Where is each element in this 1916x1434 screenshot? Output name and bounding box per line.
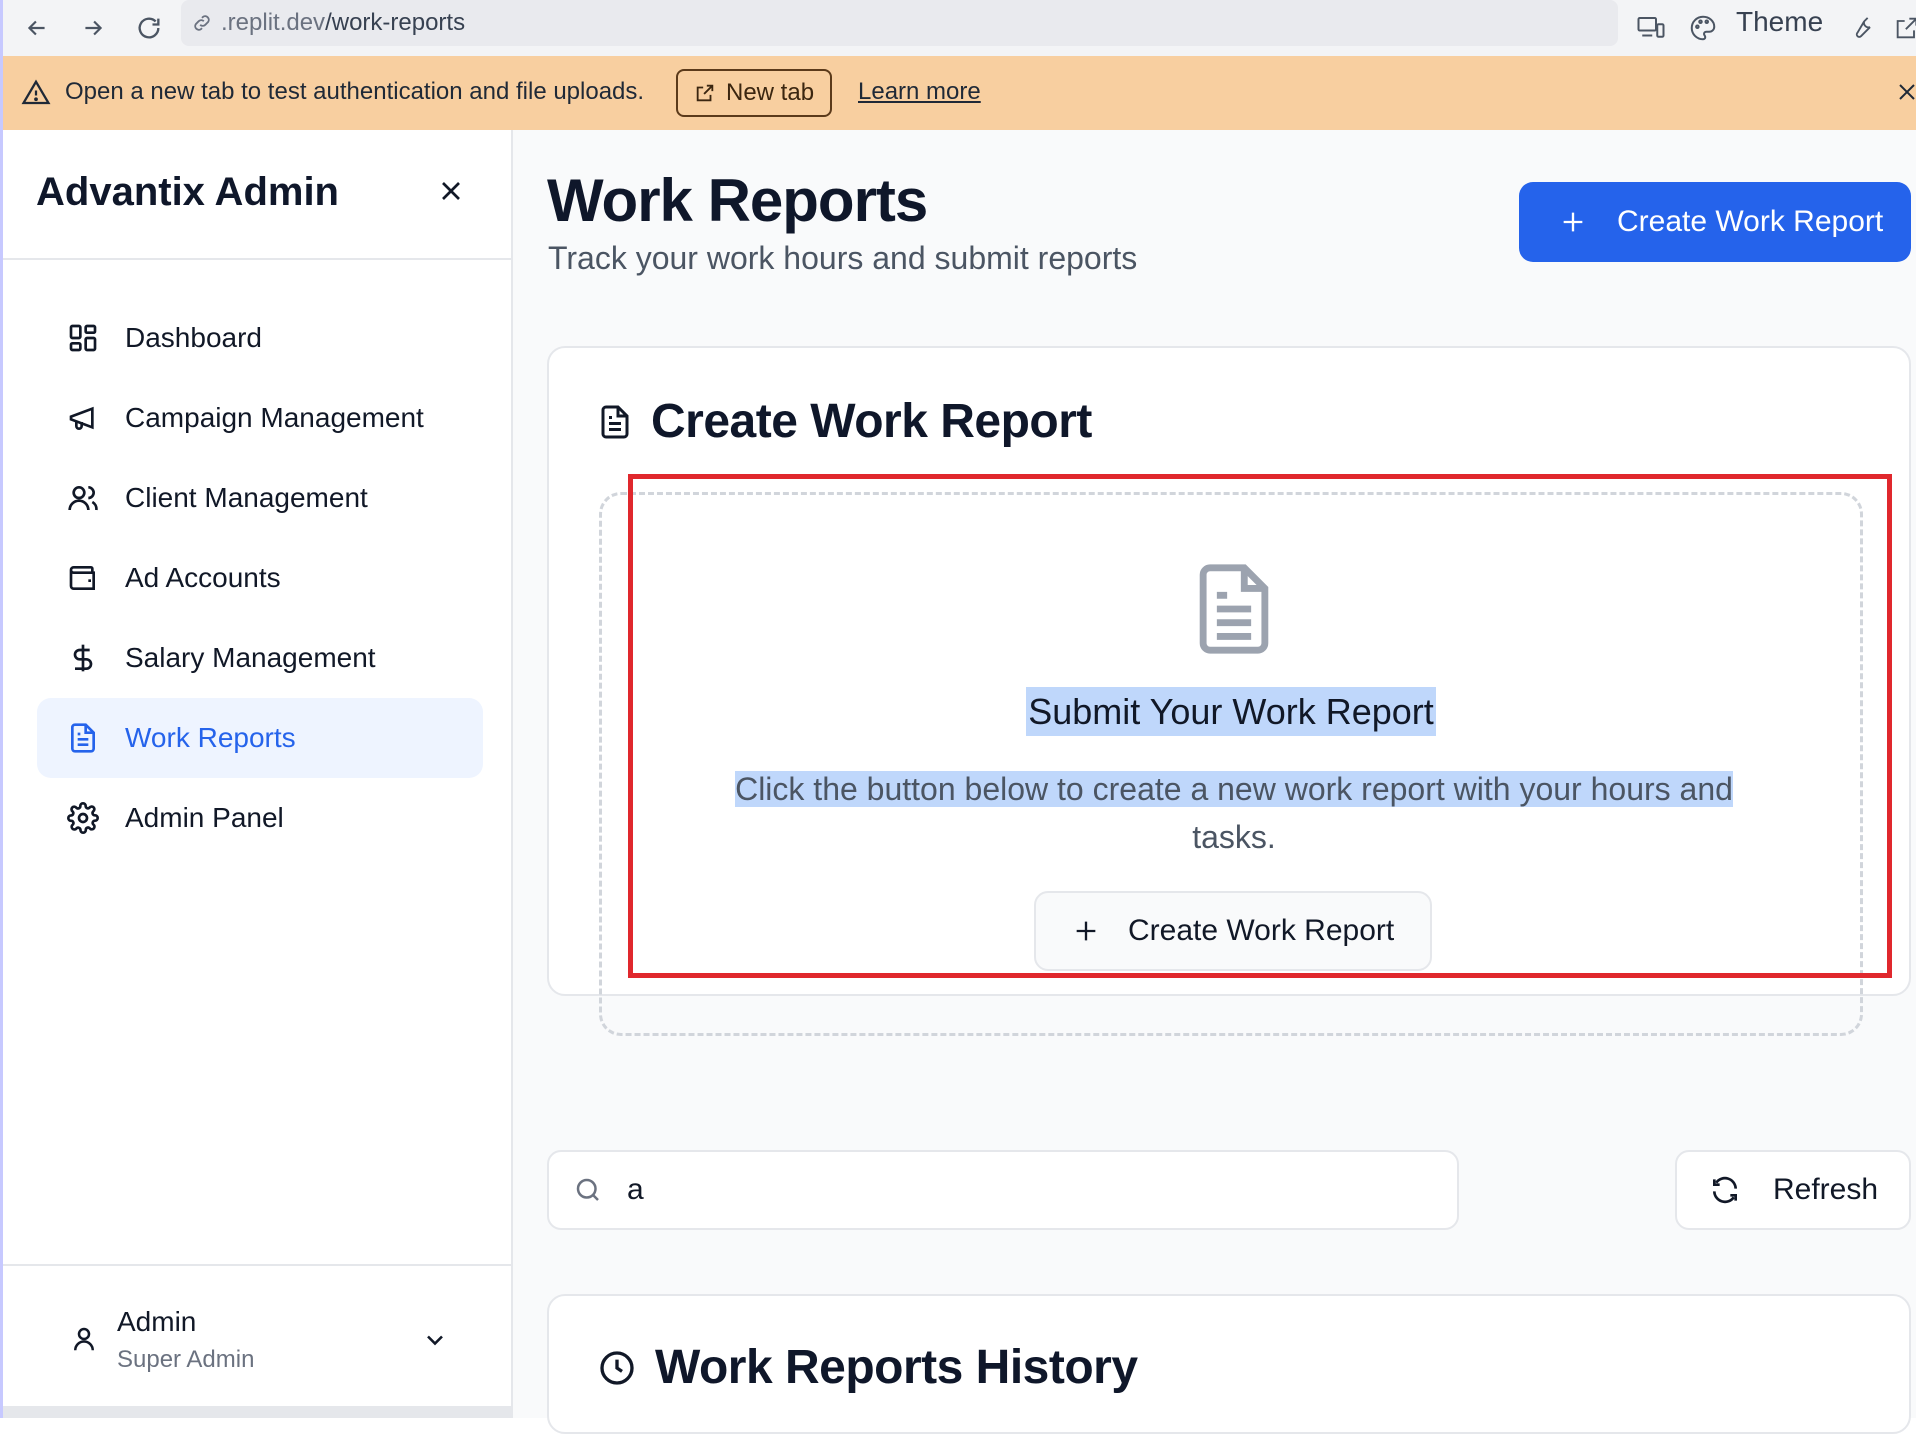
empty-state-title: Submit Your Work Report	[602, 687, 1860, 736]
file-text-icon	[597, 404, 633, 440]
dashboard-icon	[67, 322, 99, 354]
search-input[interactable]	[627, 1173, 1427, 1207]
new-tab-button[interactable]: New tab	[676, 69, 833, 117]
sidebar-item-label: Work Reports	[125, 722, 296, 753]
banner-message: Open a new tab to test authentication an…	[65, 78, 645, 105]
dollar-icon	[67, 642, 99, 674]
forward-arrow-icon[interactable]	[73, 8, 113, 48]
divider	[3, 1264, 514, 1266]
notice-banner: Open a new tab to test authentication an…	[0, 56, 1916, 130]
sidebar-item-label: Admin Panel	[125, 802, 284, 833]
devices-icon[interactable]	[1631, 8, 1671, 48]
user-role: Super Admin	[117, 1346, 255, 1373]
sidebar-item-label: Ad Accounts	[125, 562, 281, 593]
plus-icon	[1559, 208, 1587, 236]
page-subtitle: Track your work hours and submit reports	[548, 240, 1138, 276]
theme-label[interactable]: Theme	[1736, 6, 1823, 38]
document-icon	[1192, 561, 1276, 657]
learn-more-link[interactable]: Learn more	[858, 78, 981, 106]
sidebar-item-salary-management[interactable]: Salary Management	[37, 618, 483, 698]
user-icon	[69, 1324, 99, 1354]
settings-icon	[67, 802, 99, 834]
search-icon	[573, 1175, 603, 1205]
sidebar-item-label: Salary Management	[125, 642, 376, 673]
refresh-label: Refresh	[1773, 1173, 1879, 1206]
browser-toolbar: .replit.dev/work-reports Theme	[0, 0, 1916, 56]
sidebar-item-client-management[interactable]: Client Management	[37, 458, 483, 538]
external-link-icon	[694, 82, 716, 104]
brand-title: Advantix Admin	[36, 170, 339, 214]
sidebar-item-campaign-management[interactable]: Campaign Management	[37, 378, 483, 458]
url-host: .replit.dev	[221, 9, 326, 36]
card-header: Create Work Report	[597, 394, 1092, 449]
sidebar-item-work-reports[interactable]: Work Reports	[37, 698, 483, 778]
sidebar-nav: Dashboard Campaign Management Client Man…	[37, 298, 483, 858]
sidebar-item-label: Client Management	[125, 482, 368, 513]
empty-state-text: Click the button below to create a new w…	[735, 771, 1733, 855]
create-work-report-label: Create Work Report	[1617, 205, 1884, 238]
refresh-button[interactable]: Refresh	[1675, 1150, 1911, 1230]
sidebar-item-dashboard[interactable]: Dashboard	[37, 298, 483, 378]
history-title: Work Reports History	[655, 1341, 1138, 1394]
warning-icon	[21, 78, 51, 108]
sidebar-item-admin-panel[interactable]: Admin Panel	[37, 778, 483, 858]
back-arrow-icon[interactable]	[17, 8, 57, 48]
page-title: Work Reports	[547, 167, 928, 234]
new-tab-label: New tab	[726, 79, 815, 106]
sidebar-bottom-bar	[3, 1406, 514, 1418]
main-content: Work Reports Track your work hours and s…	[513, 130, 1916, 1434]
file-text-icon	[67, 722, 99, 754]
sidebar: Advantix Admin Dashboard Campaign Manage…	[0, 130, 514, 1418]
search-field[interactable]	[547, 1150, 1459, 1230]
empty-state-panel: Submit Your Work Report Click the button…	[599, 492, 1863, 1036]
wrench-icon[interactable]	[1841, 8, 1881, 48]
create-work-report-card: Create Work Report Submit Your Work Repo…	[547, 346, 1911, 1036]
sidebar-item-label: Campaign Management	[125, 402, 424, 433]
card-title: Create Work Report	[651, 395, 1092, 448]
address-bar[interactable]: .replit.dev/work-reports	[181, 0, 1618, 46]
megaphone-icon	[67, 402, 99, 434]
user-menu[interactable]: Admin Super Admin	[69, 1302, 459, 1382]
close-icon[interactable]	[1895, 80, 1916, 104]
divider	[3, 258, 514, 260]
palette-icon[interactable]	[1683, 8, 1723, 48]
link-icon	[191, 12, 213, 34]
create-work-report-button[interactable]: Create Work Report	[1519, 182, 1911, 262]
create-work-report-secondary-button[interactable]: Create Work Report	[1034, 891, 1432, 971]
user-name: Admin	[117, 1306, 197, 1337]
reload-icon[interactable]	[129, 8, 169, 48]
clock-icon	[597, 1348, 637, 1388]
sidebar-item-label: Dashboard	[125, 322, 262, 353]
sidebar-item-ad-accounts[interactable]: Ad Accounts	[37, 538, 483, 618]
refresh-icon	[1709, 1174, 1741, 1206]
create-work-report-label: Create Work Report	[1128, 914, 1395, 947]
chevron-down-icon[interactable]	[421, 1326, 449, 1354]
external-link-icon[interactable]	[1887, 8, 1916, 48]
work-reports-history-card: Work Reports History	[547, 1294, 1911, 1434]
wallet-icon	[67, 562, 99, 594]
users-icon	[67, 482, 99, 514]
url-path: /work-reports	[325, 9, 466, 36]
plus-icon	[1072, 917, 1100, 945]
close-sidebar-icon[interactable]	[435, 175, 467, 207]
card-header: Work Reports History	[597, 1340, 1138, 1395]
